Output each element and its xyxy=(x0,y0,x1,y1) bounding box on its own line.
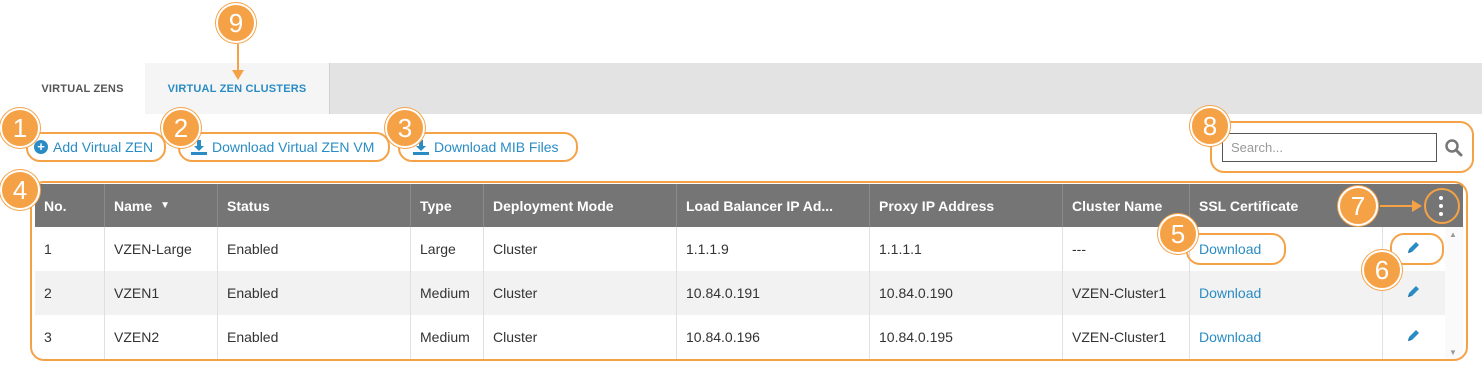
callout-arrows xyxy=(232,44,1422,212)
callout-badge-3: 3 xyxy=(385,108,425,148)
callout-badge-8: 8 xyxy=(1190,106,1230,146)
callout-badge-2: 2 xyxy=(161,108,201,148)
callout-badge-6: 6 xyxy=(1362,250,1402,290)
callout-badge-7: 7 xyxy=(1338,186,1378,226)
callout-badge-1: 1 xyxy=(0,108,40,148)
callout-badge-4: 4 xyxy=(0,170,40,210)
callout-badge-5: 5 xyxy=(1158,214,1198,254)
callout-badge-9: 9 xyxy=(216,3,256,43)
